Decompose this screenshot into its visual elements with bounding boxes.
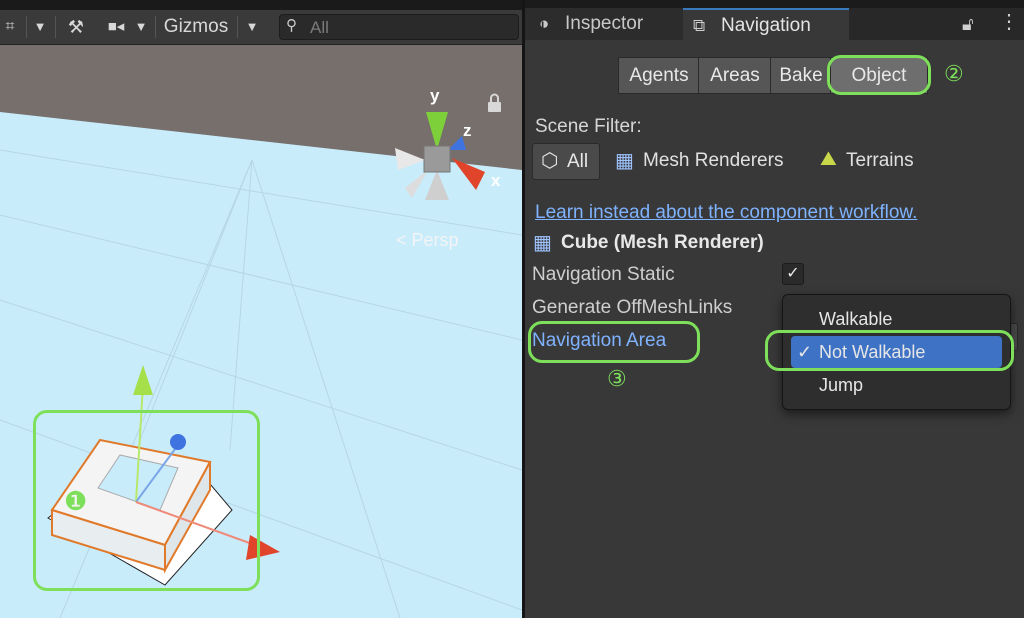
gizmo-y-label: y bbox=[430, 86, 440, 105]
component-workflow-link[interactable]: Learn instead about the component workfl… bbox=[535, 202, 917, 224]
lock-icon[interactable]: 🔓︎ bbox=[962, 14, 974, 35]
callout-number-3: ③ bbox=[607, 366, 627, 391]
navigation-static-checkbox[interactable]: ✓ bbox=[782, 263, 804, 285]
gizmo-x-label: x bbox=[491, 171, 501, 190]
search-icon: ⚲ bbox=[286, 17, 297, 34]
camera-dropdown-icon[interactable]: ▼ bbox=[132, 10, 150, 44]
filter-all-button[interactable]: ⬡ All bbox=[532, 143, 600, 180]
navigation-icon: ⧉ bbox=[693, 16, 706, 35]
filter-mesh-renderers-label: Mesh Renderers bbox=[643, 150, 784, 171]
tab-navigation[interactable]: ⧉ Navigation bbox=[683, 8, 849, 42]
callout-number-2: ② bbox=[944, 61, 964, 86]
callout-box-3 bbox=[528, 321, 700, 363]
scene-search[interactable]: ⚲ bbox=[279, 14, 519, 40]
camera-icon[interactable]: ■◂ bbox=[103, 10, 129, 44]
callout-box-2 bbox=[827, 55, 931, 95]
generate-offmeshlinks-label: Generate OffMeshLinks bbox=[532, 297, 733, 318]
mesh-renderer-icon: ▦ bbox=[533, 232, 552, 254]
object-title: Cube (Mesh Renderer) bbox=[561, 232, 764, 253]
filter-terrains-button[interactable]: ⛰ Terrains bbox=[820, 148, 930, 175]
tab-navigation-label: Navigation bbox=[721, 15, 811, 36]
tab-bar: ● i Inspector ⧉ Navigation 🔓︎ ⋮ bbox=[525, 0, 1024, 42]
callout-box-4 bbox=[765, 330, 1014, 371]
terrain-icon: ⛰ bbox=[820, 148, 837, 170]
cube-icon: ⬡ bbox=[541, 150, 559, 172]
tools-icon[interactable]: ⚒ bbox=[62, 10, 90, 44]
chevron-down-icon[interactable]: ▼ bbox=[30, 10, 50, 44]
filter-mesh-renderers-button[interactable]: ▦ Mesh Renderers bbox=[615, 149, 795, 175]
more-options-icon[interactable]: ⋮ bbox=[999, 12, 1019, 32]
scene-view[interactable]: y z x < Persp ❶ ⌗ ▼ ⚒ ■◂ ▼ Gizmos ▼ ⚲ bbox=[0, 0, 522, 618]
navigation-panel: ● i Inspector ⧉ Navigation 🔓︎ ⋮ Agents A… bbox=[525, 0, 1024, 618]
scene-search-input[interactable] bbox=[308, 17, 512, 39]
mesh-renderer-icon: ▦ bbox=[615, 150, 634, 172]
grid-snap-icon[interactable]: ⌗ bbox=[0, 10, 20, 44]
gizmos-button[interactable]: Gizmos bbox=[160, 10, 232, 44]
tab-inspector[interactable]: ● i Inspector bbox=[525, 8, 683, 40]
callout-number-1: ❶ bbox=[64, 486, 88, 516]
y-axis-arrow bbox=[133, 365, 153, 395]
filter-terrains-label: Terrains bbox=[846, 150, 914, 171]
tab-inspector-label: Inspector bbox=[565, 13, 644, 34]
segment-areas[interactable]: Areas bbox=[698, 57, 772, 94]
segment-agents[interactable]: Agents bbox=[618, 57, 700, 94]
gizmos-dropdown-icon[interactable]: ▼ bbox=[242, 10, 262, 44]
scene-filter-label: Scene Filter: bbox=[535, 116, 642, 137]
scene-top-strip bbox=[0, 0, 522, 10]
navigation-static-label: Navigation Static bbox=[532, 264, 675, 285]
persp-toggle[interactable]: < Persp bbox=[396, 230, 459, 251]
option-jump[interactable]: Jump bbox=[791, 369, 1002, 401]
gizmo-z-label: z bbox=[463, 121, 472, 140]
segment-bake[interactable]: Bake bbox=[770, 57, 832, 94]
filter-all-label: All bbox=[567, 151, 589, 172]
scene-toolbar: ⌗ ▼ ⚒ ■◂ ▼ Gizmos ▼ ⚲ bbox=[0, 10, 522, 45]
